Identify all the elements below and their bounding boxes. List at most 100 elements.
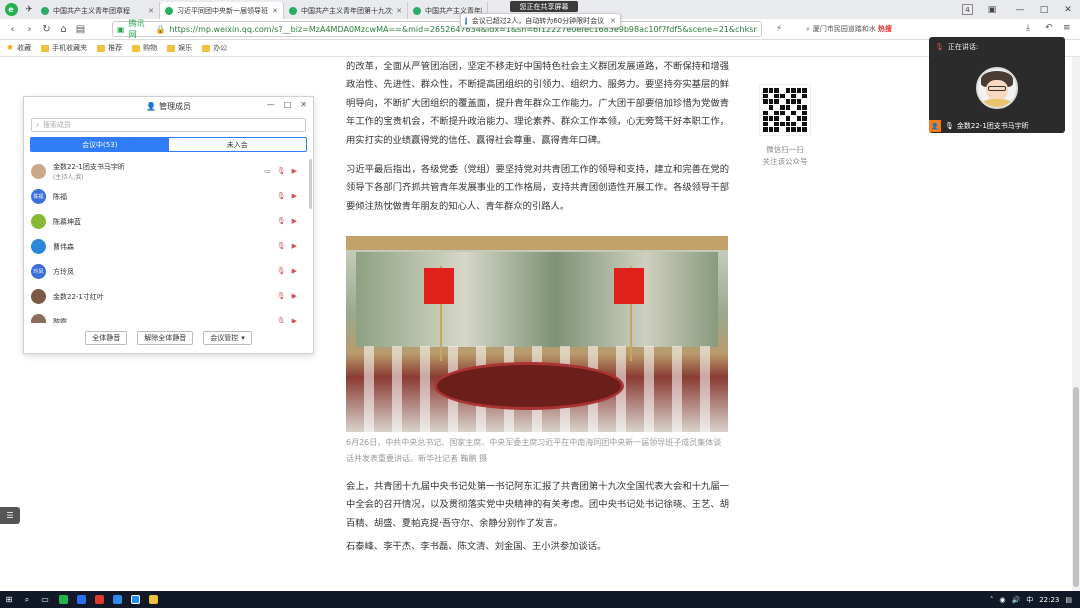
bookmark-shopping[interactable]: 购物 bbox=[132, 43, 157, 53]
unmute-all-button[interactable]: 解除全体静音 bbox=[137, 331, 194, 345]
bookmark-entertainment[interactable]: 娱乐 bbox=[167, 43, 192, 53]
close-window-icon[interactable]: ✕ bbox=[1060, 0, 1076, 19]
member-row[interactable]: 黎霞 🎙 ▶ bbox=[24, 309, 307, 323]
avatar bbox=[976, 67, 1018, 109]
member-list-scrollbar[interactable] bbox=[309, 159, 313, 323]
avatar bbox=[31, 314, 46, 323]
close-tab-icon[interactable]: ✕ bbox=[396, 7, 402, 15]
maximize-icon[interactable]: □ bbox=[284, 100, 292, 109]
office-taskbar-icon[interactable] bbox=[90, 591, 108, 608]
members-icon: 👤 bbox=[146, 101, 156, 111]
mute-all-button[interactable]: 全体静音 bbox=[85, 331, 128, 345]
article-paragraph: 石泰峰、李干杰、李书磊、陈文清、刘金国、王小洪参加谈话。 bbox=[346, 541, 607, 552]
camera-off-icon[interactable]: ▶ bbox=[292, 292, 297, 300]
home-icon[interactable]: ⌂ bbox=[55, 24, 72, 35]
meeting-time-limit-notice: i 会议已超过2人，自动转为60分钟限时会议 ✕ bbox=[460, 13, 621, 28]
ime-indicator[interactable]: 中 bbox=[1026, 595, 1033, 605]
close-icon[interactable]: ✕ bbox=[300, 100, 307, 109]
active-speaker-window[interactable]: 🎙 正在讲话: 👤 🎙 金数22-1团支书马宇昕 bbox=[929, 37, 1065, 133]
lightning-icon[interactable]: ⚡ bbox=[776, 24, 782, 34]
folder-taskbar-icon[interactable] bbox=[144, 591, 162, 608]
member-row[interactable]: 金数22-1寸红叶 🎙 ▶ bbox=[24, 284, 307, 309]
camera-off-icon[interactable]: ▶ bbox=[292, 217, 297, 225]
minimize-icon[interactable]: — bbox=[1012, 0, 1028, 19]
meeting-control-button[interactable]: 会议管控 ▾ bbox=[203, 331, 252, 345]
panel-header: 👤 管理成员 — □ ✕ bbox=[146, 100, 307, 111]
close-notice-icon[interactable]: ✕ bbox=[610, 17, 616, 25]
tab-in-meeting[interactable]: 会议中(53) bbox=[31, 138, 169, 151]
wechat-favicon-icon bbox=[165, 6, 173, 15]
article-photo bbox=[346, 236, 728, 432]
address-bar[interactable]: ▣ 腾讯网 🔒 https://mp.weixin.qq.com/s?__biz… bbox=[112, 19, 762, 39]
download-icon[interactable]: ⤓ bbox=[1026, 23, 1030, 33]
photo-caption: 6月26日，中共中央总书记、国家主席、中央军委主席习近平在中南海同团中央新一届领… bbox=[346, 438, 722, 463]
browser-tab-active[interactable]: 习近平同团中央新一届领导班 ✕ bbox=[160, 2, 284, 19]
search-icon: ⌕ bbox=[36, 120, 40, 129]
menu-icon[interactable]: ≡ bbox=[1063, 23, 1071, 33]
search-box[interactable]: ⌕ 厦门市民园道踏和水 热搜 bbox=[806, 21, 922, 37]
member-row[interactable]: 曹伟森 🎙 ▶ bbox=[24, 234, 307, 259]
mic-muted-icon[interactable]: 🎙 bbox=[277, 292, 286, 300]
camera-off-icon[interactable]: ▶ bbox=[292, 267, 297, 275]
info-icon: i bbox=[465, 16, 467, 25]
screen-sharing-indicator[interactable]: 您正在共享屏幕 bbox=[510, 1, 578, 12]
member-row[interactable]: 陈福 陈福 🎙 ▶ bbox=[24, 184, 307, 209]
telegram-icon[interactable]: ✈ bbox=[22, 0, 36, 19]
bookmark-favorites[interactable]: ★ 收藏 bbox=[6, 43, 31, 53]
member-row[interactable]: 金数22-1团支书马宇昕 (主持人,我) ▭ 🎙 ▶ bbox=[24, 159, 307, 184]
camera-off-icon[interactable]: ▶ bbox=[292, 192, 297, 200]
clock[interactable]: 22:23 bbox=[1039, 596, 1059, 604]
undo-icon[interactable]: ↶ bbox=[1045, 23, 1053, 33]
mic-icon: 🎙 bbox=[945, 122, 954, 130]
meeting-taskbar-icon[interactable] bbox=[108, 591, 126, 608]
tab-count-badge[interactable]: 4 bbox=[962, 4, 973, 15]
close-tab-icon[interactable]: ✕ bbox=[148, 7, 154, 15]
list-toggle-icon[interactable]: ☰ bbox=[0, 507, 20, 524]
browser-tab[interactable]: 中国共产主义青年团第十九次全 ✕ bbox=[284, 2, 408, 19]
camera-off-icon[interactable]: ▶ bbox=[292, 317, 297, 323]
reload-icon[interactable]: ↻ bbox=[38, 24, 55, 35]
avatar: 玲凤 bbox=[31, 264, 46, 279]
panel-footer: 全体静音 解除全体静音 会议管控 ▾ bbox=[24, 331, 313, 345]
back-icon[interactable]: ‹ bbox=[4, 24, 21, 35]
settings-taskbar-icon[interactable] bbox=[72, 591, 90, 608]
page-scrollbar[interactable] bbox=[1072, 57, 1080, 591]
wifi-icon[interactable]: ◉ bbox=[999, 596, 1005, 604]
chevron-up-icon[interactable]: ˄ bbox=[990, 596, 994, 604]
forward-icon[interactable]: › bbox=[21, 24, 38, 35]
folder-icon bbox=[167, 44, 176, 52]
start-icon[interactable]: ⊞ bbox=[0, 591, 18, 608]
maximize-icon[interactable]: □ bbox=[1036, 0, 1052, 19]
mic-muted-icon[interactable]: 🎙 bbox=[277, 192, 286, 200]
mic-muted-icon[interactable]: 🎙 bbox=[277, 267, 286, 275]
task-view-icon[interactable]: ▭ bbox=[36, 591, 54, 608]
wallet-icon[interactable]: ▤ bbox=[72, 24, 89, 35]
close-tab-icon[interactable]: ✕ bbox=[272, 7, 278, 15]
browser-logo-icon[interactable]: e bbox=[0, 0, 22, 19]
volume-icon[interactable]: 🔊 bbox=[1011, 596, 1020, 604]
camera-off-icon[interactable]: ▶ bbox=[292, 167, 297, 175]
search-icon[interactable]: ⌕ bbox=[18, 591, 36, 608]
chevron-down-icon: ▾ bbox=[241, 334, 245, 342]
tencent-meeting-taskbar-icon[interactable] bbox=[126, 591, 144, 608]
bookmark-recommend[interactable]: 推荐 bbox=[97, 43, 122, 53]
member-row[interactable]: 玲凤 方玲凤 🎙 ▶ bbox=[24, 259, 307, 284]
bookmark-mobile[interactable]: 手机收藏夹 bbox=[41, 43, 87, 53]
mic-muted-icon[interactable]: 🎙 bbox=[277, 167, 286, 175]
mic-muted-icon[interactable]: 🎙 bbox=[277, 217, 286, 225]
minimize-icon[interactable]: — bbox=[267, 100, 275, 109]
member-row[interactable]: 陈慕坤蓝 🎙 ▶ bbox=[24, 209, 307, 234]
browser-taskbar-icon[interactable] bbox=[54, 591, 72, 608]
camera-off-icon[interactable]: ▶ bbox=[292, 242, 297, 250]
tab-not-joined[interactable]: 未入会 bbox=[169, 138, 307, 151]
wechat-favicon-icon bbox=[413, 6, 421, 15]
avatar: 陈福 bbox=[31, 189, 46, 204]
skin-icon[interactable]: ▣ bbox=[984, 0, 1000, 19]
browser-tab[interactable]: 中国共产主义青年团章程 ✕ bbox=[36, 2, 160, 19]
mic-muted-icon[interactable]: 🎙 bbox=[277, 317, 286, 323]
mic-muted-icon[interactable]: 🎙 bbox=[277, 242, 286, 250]
notification-icon[interactable]: ▤ bbox=[1065, 596, 1072, 604]
bookmark-office[interactable]: 办公 bbox=[202, 43, 227, 53]
member-search-input[interactable]: ⌕ 搜索成员 bbox=[31, 118, 306, 132]
avatar bbox=[31, 239, 46, 254]
